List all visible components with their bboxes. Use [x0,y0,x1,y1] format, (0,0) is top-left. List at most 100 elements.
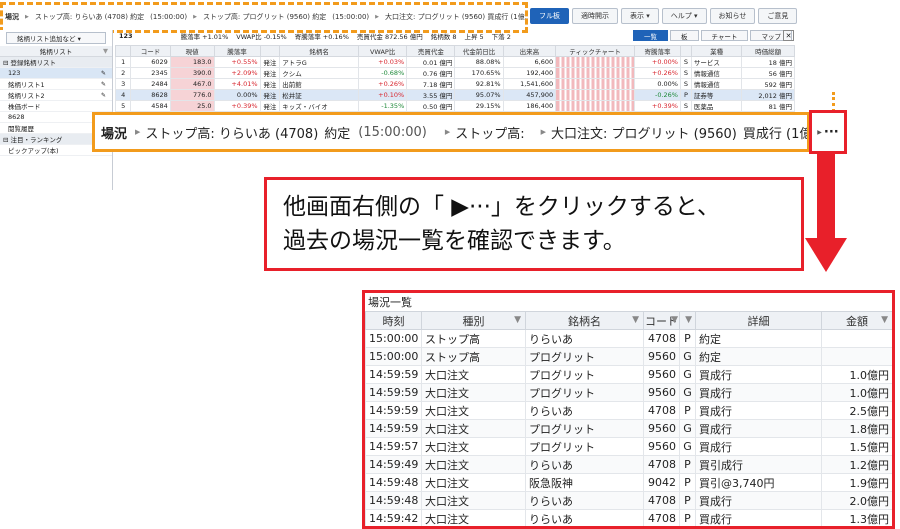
volume: 457,900 [502,89,557,101]
sidebar-item-list2[interactable]: 銘柄リスト2 ✎ [0,90,112,101]
tab-chart[interactable]: チャート [700,30,749,41]
watchlist-sidebar: 銘柄リスト追加など ▾ 銘柄リスト ▼ ⊟ 登録銘柄リスト 123 ✎ 銘柄リスト… [0,30,113,190]
sidebar-item-list1[interactable]: 銘柄リスト1 ✎ [0,79,112,90]
table-row[interactable]: 1 6029 183.0 +0.55% 発注 アトラG +0.03% 0.01 … [114,56,795,68]
zoom-ticker-item[interactable]: ストップ高: [455,123,524,142]
column-header[interactable]: 騰落率 [213,45,261,57]
table-row[interactable]: 14:59:42 大口注文 りらいあ 4708 P 買成行 1.3億円 [365,509,892,526]
event-time: 14:59:48 [365,491,422,510]
column-header[interactable] [259,45,281,57]
pencil-icon[interactable]: ✎ [101,70,106,77]
column-header[interactable]: ティックチャート [555,45,635,57]
column-header[interactable]: 現値 [169,45,215,57]
help-menu-button[interactable]: ヘルプ ▾ [661,8,707,24]
table-row[interactable]: 14:59:57 大口注文 プログリット 9560 G 買成行 1.5億円 [365,437,892,456]
sidebar-item-board[interactable]: 株価ボード [0,101,112,112]
column-header[interactable]: 寄騰落率 [634,45,681,57]
triangle-icon: ▶ [540,128,546,136]
close-icon[interactable]: ✕ [783,30,794,41]
column-header-time[interactable]: 時刻 [365,311,422,330]
column-header[interactable]: 出来高 [502,45,557,57]
change-rate: +2.09% [213,67,261,79]
table-row[interactable]: 14:59:48 大口注文 りらいあ 4708 P 買成行 2.0億円 [365,491,892,510]
event-market: G [679,419,696,438]
sidebar-group[interactable]: ⊟ 登録銘柄リスト [0,57,112,68]
filter-icon[interactable]: ▼ [685,315,692,325]
full-board-button[interactable]: フル板 [530,8,569,24]
list-name: 123 [119,32,133,40]
table-row[interactable]: 14:59:48 大口注文 阪急阪神 9042 P 買引@3,740円 1.9億… [365,473,892,492]
table-row[interactable]: 3 2484 467.0 +4.01% 発注 出前館 +0.26% 7.18 億… [114,78,795,90]
event-type: 大口注文 [421,419,526,438]
event-code: 9560 [643,437,680,456]
event-code: 4708 [643,401,680,420]
event-code: 9560 [643,419,680,438]
order-button[interactable]: 発注 [259,89,281,101]
add-list-button[interactable]: 銘柄リスト追加など ▾ [6,32,106,44]
table-row[interactable]: 5 4584 25.0 +0.39% 発注 キッズ・バイオ -1.35% 0.5… [114,100,795,112]
column-header-market[interactable]: ▼ [679,311,696,330]
order-button[interactable]: 発注 [259,56,281,68]
zoomed-ticker[interactable]: 場況 ▶ ストップ高: りらいあ (4708) 約定 (15:00:00) ▶ … [92,112,810,152]
event-type: 大口注文 [421,437,526,456]
view-menu-button[interactable]: 表示 ▾ [621,8,659,24]
table-row[interactable]: 2 2345 390.0 +2.09% 発注 クシム -0.68% 0.76 億… [114,67,795,79]
table-row[interactable]: 15:00:00 ストップ高 りらいあ 4708 P 約定 [365,329,892,348]
stock-code: 4584 [130,100,171,112]
pencil-icon[interactable]: ✎ [101,81,106,88]
column-header[interactable] [679,45,692,57]
column-header[interactable]: 売買代金 [406,45,456,57]
tab-board[interactable]: 板 [670,30,699,41]
disclosure-button[interactable]: 適時開示 [572,8,618,24]
ticker-more-button[interactable]: ▶ ··· [809,110,847,154]
filter-icon[interactable]: ▼ [881,315,888,325]
column-header-code[interactable]: コード ▼ [643,311,680,330]
filter-icon[interactable]: ▼ [671,315,678,325]
zoom-ticker-item[interactable]: ストップ高: りらいあ (4708) [145,123,318,142]
order-button[interactable]: 発注 [259,100,281,112]
price: 183.0 [169,56,215,68]
column-header-detail[interactable]: 詳細 [695,311,822,330]
order-button[interactable]: 発注 [259,78,281,90]
table-row[interactable]: 14:59:59 大口注文 プログリット 9560 G 買成行 1.8億円 [365,419,892,438]
column-header[interactable] [114,45,132,57]
table-row[interactable]: 14:59:59 大口注文 りらいあ 4708 P 買成行 2.5億円 [365,401,892,420]
table-row[interactable]: 14:59:49 大口注文 りらいあ 4708 P 買引成行 1.2億円 [365,455,892,474]
news-button[interactable]: お知らせ [709,8,756,24]
sidebar-item-123[interactable]: 123 ✎ [0,68,112,79]
tab-list[interactable]: 一覧 [633,30,668,41]
tick-chart [555,89,635,101]
column-header[interactable]: 時価総額 [741,45,795,57]
event-type: 大口注文 [421,401,526,420]
column-header[interactable]: コード [130,45,171,57]
row-index: 5 [114,100,132,112]
table-row[interactable]: 14:59:59 大口注文 プログリット 9560 G 買成行 1.0億円 [365,365,892,384]
column-header-name[interactable]: 銘柄名 ▼ [525,311,644,330]
sidebar-item-label: 123 [8,69,21,77]
price: 390.0 [169,67,215,79]
table-row[interactable]: 14:59:59 大口注文 プログリット 9560 G 買成行 1.0億円 [365,383,892,402]
column-header[interactable]: 代金前日比 [454,45,504,57]
vwap-ratio: +0.03% [358,56,408,68]
filter-icon[interactable]: ▼ [632,315,639,325]
event-detail: 買成行 [695,383,822,402]
open-change: 0.00% [634,78,681,90]
feedback-button[interactable]: ご意見 [758,8,798,24]
column-header-amount[interactable]: 金額 ▼ [821,311,892,330]
column-header[interactable]: VWAP比 [358,45,408,57]
industry: 情報通信 [690,78,743,90]
filter-icon[interactable]: ▼ [103,47,108,55]
volume: 192,400 [502,67,557,79]
table-row[interactable]: 4 8628 776.0 0.00% 発注 松井証 +0.10% 3.55 億円… [114,89,795,101]
column-header-type[interactable]: 種別 ▼ [421,311,526,330]
zoom-ticker-item[interactable]: 大口注文: プログリット (9560) [551,123,737,142]
table-row[interactable]: 15:00:00 ストップ高 プログリット 9560 G 約定 [365,347,892,366]
top-toolbar: フル板 適時開示 表示 ▾ ヘルプ ▾ お知らせ ご意見 [530,8,798,24]
event-time: 14:59:59 [365,365,422,384]
filter-icon[interactable]: ▼ [514,315,521,325]
column-header[interactable]: 銘柄名 [279,45,360,57]
order-button[interactable]: 発注 [259,67,281,79]
stock-name: キッズ・バイオ [279,100,360,112]
column-header[interactable]: 業種 [690,45,743,57]
pencil-icon[interactable]: ✎ [101,92,106,99]
